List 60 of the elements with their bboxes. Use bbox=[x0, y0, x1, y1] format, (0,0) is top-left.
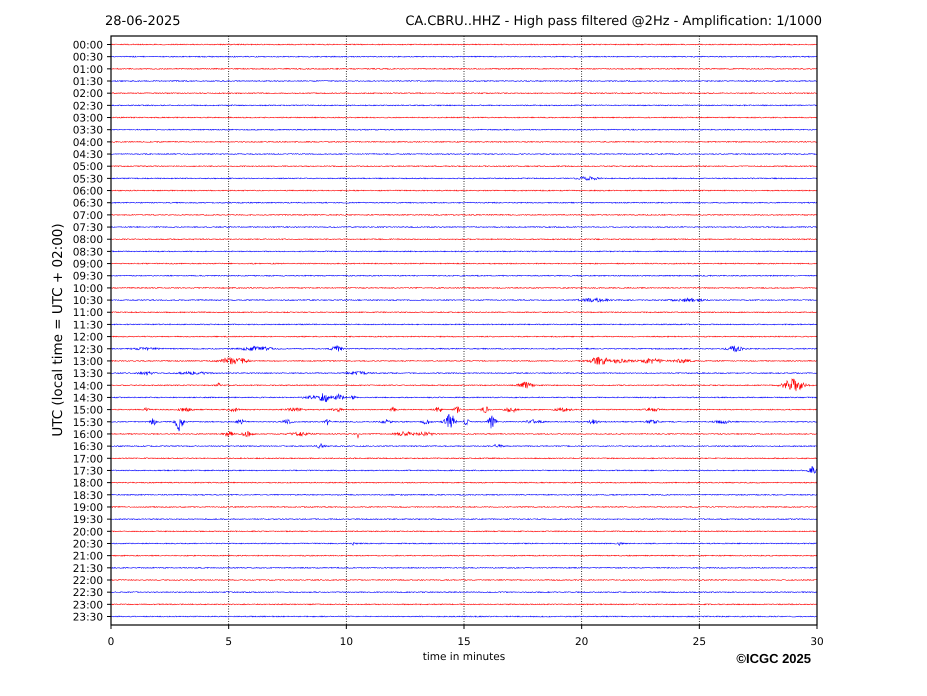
x-tick-label: 15 bbox=[457, 636, 471, 648]
figure-title: CA.CBRU..HHZ - High pass filtered @2Hz - Amplification: 1/1000 bbox=[405, 14, 822, 29]
y-tick-label: 10:30 bbox=[72, 295, 103, 308]
x-tick-label: 0 bbox=[108, 636, 114, 648]
y-tick-label: 08:30 bbox=[72, 246, 103, 258]
y-tick-label: 07:00 bbox=[72, 210, 103, 222]
y-tick-label: 03:30 bbox=[72, 124, 103, 137]
y-tick-label: 09:00 bbox=[72, 258, 103, 271]
y-tick-label: 21:30 bbox=[72, 562, 103, 575]
y-tick-label: 20:00 bbox=[72, 526, 103, 538]
x-tick-label: 25 bbox=[692, 636, 706, 648]
y-tick-label: 19:00 bbox=[72, 502, 103, 514]
y-tick-label: 16:30 bbox=[72, 441, 103, 454]
y-tick-label: 01:00 bbox=[72, 64, 103, 76]
y-tick-label: 09:30 bbox=[72, 270, 103, 283]
y-tick-label: 22:30 bbox=[72, 587, 103, 600]
y-tick-label: 13:30 bbox=[72, 368, 103, 380]
y-tick-label: 18:30 bbox=[72, 490, 103, 502]
x-tick-label: 10 bbox=[340, 636, 354, 648]
y-tick-label: 01:30 bbox=[72, 76, 103, 88]
y-tick-label: 20:30 bbox=[72, 538, 103, 550]
y-tick-label: 16:00 bbox=[72, 428, 103, 441]
y-tick-label: 00:00 bbox=[72, 40, 103, 52]
y-tick-label: 00:30 bbox=[72, 52, 103, 64]
y-tick-label: 03:00 bbox=[72, 112, 103, 125]
y-tick-label: 06:00 bbox=[72, 186, 103, 198]
y-tick-label: 18:00 bbox=[72, 478, 103, 490]
y-tick-label: 02:00 bbox=[72, 88, 103, 100]
y-tick-label: 04:00 bbox=[72, 136, 103, 149]
x-tick-label: 20 bbox=[574, 636, 588, 648]
y-tick-label: 08:00 bbox=[72, 234, 103, 246]
y-tick-label: 17:30 bbox=[72, 465, 103, 478]
y-tick-label: 11:00 bbox=[72, 307, 103, 320]
y-tick-label: 14:30 bbox=[72, 392, 103, 404]
y-tick-label: 10:00 bbox=[72, 282, 103, 295]
y-tick-label: 21:00 bbox=[72, 550, 103, 563]
y-tick-label: 05:30 bbox=[72, 173, 103, 186]
y-tick-label: 12:30 bbox=[72, 344, 103, 356]
y-tick-label: 02:30 bbox=[72, 100, 103, 112]
y-tick-label: 06:30 bbox=[72, 198, 103, 210]
y-tick-label: 23:30 bbox=[72, 612, 103, 624]
y-tick-label: 13:00 bbox=[72, 356, 103, 368]
y-tick-label: 22:00 bbox=[72, 575, 103, 587]
y-tick-label: 12:00 bbox=[72, 332, 103, 344]
y-tick-label: 07:30 bbox=[72, 222, 103, 234]
y-tick-label: 04:30 bbox=[72, 149, 103, 162]
y-tick-label: 14:00 bbox=[72, 380, 103, 392]
y-axis-title: UTC (local time = UTC + 02:00) bbox=[50, 223, 66, 437]
y-tick-label: 11:30 bbox=[72, 319, 103, 332]
x-tick-label: 5 bbox=[225, 636, 232, 648]
x-tick-label: 30 bbox=[810, 636, 824, 648]
y-tick-label: 05:00 bbox=[72, 161, 103, 174]
y-tick-label: 15:30 bbox=[72, 416, 103, 429]
y-tick-label: 23:00 bbox=[72, 599, 103, 612]
x-axis-title: time in minutes bbox=[422, 651, 506, 663]
date-label: 28-06-2025 bbox=[105, 14, 181, 29]
y-tick-label: 17:00 bbox=[72, 453, 103, 466]
y-tick-label: 15:00 bbox=[72, 404, 103, 417]
y-tick-label: 19:30 bbox=[72, 514, 103, 526]
copyright-text: ©ICGC 2025 bbox=[736, 651, 811, 666]
